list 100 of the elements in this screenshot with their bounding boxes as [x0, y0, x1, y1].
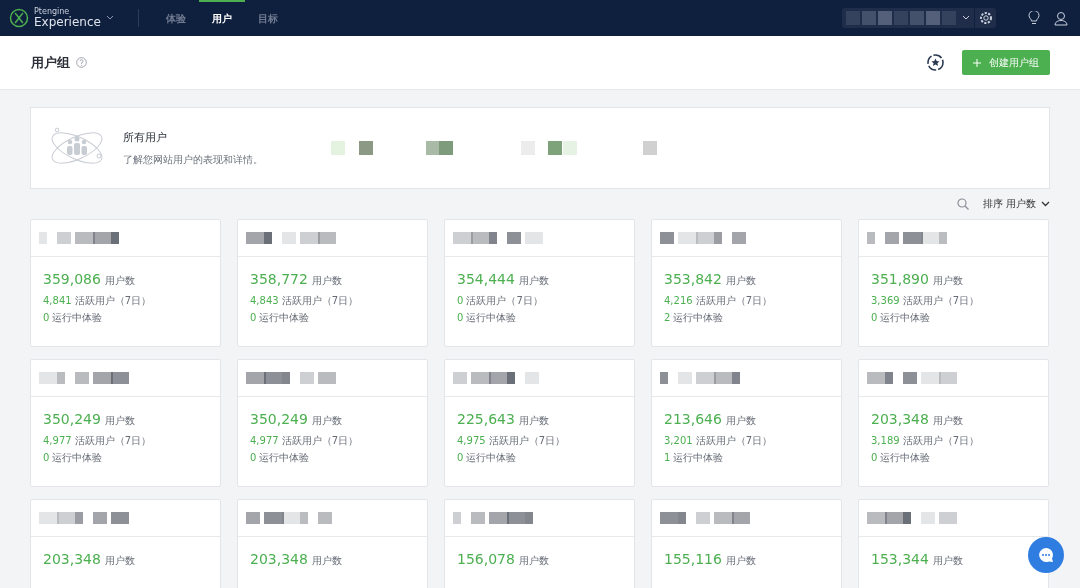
- all-users-card[interactable]: 所有用户 了解您网站用户的表现和详情。: [30, 107, 1050, 189]
- active-users-label: 活跃用户（7日）: [902, 294, 979, 308]
- chevron-down-icon[interactable]: [105, 15, 114, 21]
- sort-dropdown[interactable]: 排序 用户数: [982, 197, 1050, 211]
- running-experience-count: 0: [457, 312, 464, 323]
- running-experience-count: 0: [43, 312, 50, 323]
- banner-description: 了解您网站用户的表现和详情。: [123, 152, 264, 167]
- user-count: 350,249: [250, 411, 308, 427]
- user-count-label: 用户数: [104, 554, 135, 568]
- user-count: 353,842: [664, 271, 722, 287]
- active-user-count: 4,841: [43, 295, 72, 306]
- running-experiences-label: 运行中体验: [466, 311, 517, 325]
- gear-icon: [978, 11, 993, 25]
- nav-tab[interactable]: 目标: [244, 0, 291, 36]
- running-experience-count: 0: [871, 452, 878, 463]
- user-count-label: 用户数: [518, 274, 549, 288]
- user-group-card[interactable]: 155,116 用户数: [651, 499, 842, 588]
- running-experience-count: 1: [664, 452, 671, 463]
- search-icon[interactable]: [956, 198, 969, 210]
- active-user-count: 4,977: [43, 435, 72, 446]
- user-group-card[interactable]: 358,772 用户数 4,843 活跃用户（7日） 0 运行中体验: [237, 219, 428, 347]
- user-count: 350,249: [43, 411, 101, 427]
- user-group-card[interactable]: 156,078 用户数: [444, 499, 635, 588]
- running-experience-count: 0: [250, 452, 257, 463]
- user-count: 203,348: [43, 551, 101, 567]
- active-users-label: 活跃用户（7日）: [74, 294, 151, 308]
- settings-button[interactable]: [974, 8, 996, 28]
- user-count-label: 用户数: [932, 554, 963, 568]
- user-group-card[interactable]: 203,348 用户数: [30, 499, 221, 588]
- user-group-card[interactable]: 225,643 用户数 4,975 活跃用户（7日） 0 运行中体验: [444, 359, 635, 487]
- user-count-label: 用户数: [518, 554, 549, 568]
- active-user-count: 0: [457, 295, 464, 306]
- user-group-card[interactable]: 203,348 用户数 3,189 活跃用户（7日） 0 运行中体验: [858, 359, 1049, 487]
- chat-bubble-icon: [1038, 547, 1054, 563]
- chat-button[interactable]: [1028, 537, 1064, 573]
- active-user-count: 3,369: [871, 295, 900, 306]
- running-experiences-label: 运行中体验: [880, 451, 931, 465]
- user-count: 359,086: [43, 271, 101, 287]
- running-experience-count: 0: [250, 312, 257, 323]
- running-experience-count: 0: [43, 452, 50, 463]
- active-user-count: 4,843: [250, 295, 279, 306]
- user-count: 225,643: [457, 411, 515, 427]
- running-experiences-label: 运行中体验: [259, 451, 310, 465]
- banner-title: 所有用户: [123, 129, 168, 145]
- user-count-label: 用户数: [932, 274, 963, 288]
- running-experience-count: 2: [664, 312, 671, 323]
- user-count-label: 用户数: [725, 274, 756, 288]
- active-users-label: 活跃用户（7日）: [281, 294, 358, 308]
- active-user-count: 4,977: [250, 435, 279, 446]
- active-users-label: 活跃用户（7日）: [695, 294, 772, 308]
- active-user-count: 3,189: [871, 435, 900, 446]
- active-users-label: 活跃用户（7日）: [74, 434, 151, 448]
- user-count-label: 用户数: [104, 274, 135, 288]
- active-users-label: 活跃用户（7日）: [466, 294, 543, 308]
- active-user-count: 3,201: [664, 435, 693, 446]
- chevron-down-icon: [962, 15, 970, 21]
- user-icon[interactable]: [1054, 10, 1068, 26]
- active-users-label: 活跃用户（7日）: [488, 434, 565, 448]
- user-count: 155,116: [664, 551, 722, 567]
- user-count: 213,646: [664, 411, 722, 427]
- running-experiences-label: 运行中体验: [673, 311, 724, 325]
- running-experiences-label: 运行中体验: [673, 451, 724, 465]
- user-count: 156,078: [457, 551, 515, 567]
- user-count: 153,344: [871, 551, 929, 567]
- user-group-card[interactable]: 354,444 用户数 0 活跃用户（7日） 0 运行中体验: [444, 219, 635, 347]
- lightbulb-icon[interactable]: [1028, 10, 1040, 26]
- user-group-card[interactable]: 359,086 用户数 4,841 活跃用户（7日） 0 运行中体验: [30, 219, 221, 347]
- user-group-card[interactable]: 153,344 用户数: [858, 499, 1049, 588]
- brand-name: Experience: [34, 16, 101, 28]
- running-experiences-label: 运行中体验: [259, 311, 310, 325]
- user-count-label: 用户数: [725, 414, 756, 428]
- nav-tab[interactable]: 体验: [152, 0, 199, 36]
- user-group-card[interactable]: 351,890 用户数 3,369 活跃用户（7日） 0 运行中体验: [858, 219, 1049, 347]
- running-experiences-label: 运行中体验: [52, 451, 103, 465]
- user-group-card[interactable]: 203,348 用户数: [237, 499, 428, 588]
- chevron-down-icon: [1041, 201, 1050, 207]
- user-count-label: 用户数: [311, 554, 342, 568]
- page-title: 用户组: [31, 53, 70, 72]
- running-experiences-label: 运行中体验: [880, 311, 931, 325]
- user-count: 203,348: [871, 411, 929, 427]
- user-count: 358,772: [250, 271, 308, 287]
- user-count-label: 用户数: [311, 274, 342, 288]
- plus-icon: [973, 58, 981, 67]
- user-count: 354,444: [457, 271, 515, 287]
- user-count-label: 用户数: [311, 414, 342, 428]
- active-users-label: 活跃用户（7日）: [902, 434, 979, 448]
- user-group-card[interactable]: 350,249 用户数 4,977 活跃用户（7日） 0 运行中体验: [30, 359, 221, 487]
- user-count-label: 用户数: [104, 414, 135, 428]
- user-group-card[interactable]: 353,842 用户数 4,216 活跃用户（7日） 2 运行中体验: [651, 219, 842, 347]
- user-group-card[interactable]: 213,646 用户数 3,201 活跃用户（7日） 1 运行中体验: [651, 359, 842, 487]
- running-experience-count: 0: [457, 452, 464, 463]
- user-count-label: 用户数: [932, 414, 963, 428]
- user-count-label: 用户数: [518, 414, 549, 428]
- active-users-label: 活跃用户（7日）: [281, 434, 358, 448]
- user-count: 351,890: [871, 271, 929, 287]
- brand-subtitle: Ptengine: [34, 8, 70, 16]
- user-group-card[interactable]: 350,249 用户数 4,977 活跃用户（7日） 0 运行中体验: [237, 359, 428, 487]
- running-experiences-label: 运行中体验: [52, 311, 103, 325]
- running-experience-count: 0: [871, 312, 878, 323]
- star-badge-icon[interactable]: [927, 54, 944, 71]
